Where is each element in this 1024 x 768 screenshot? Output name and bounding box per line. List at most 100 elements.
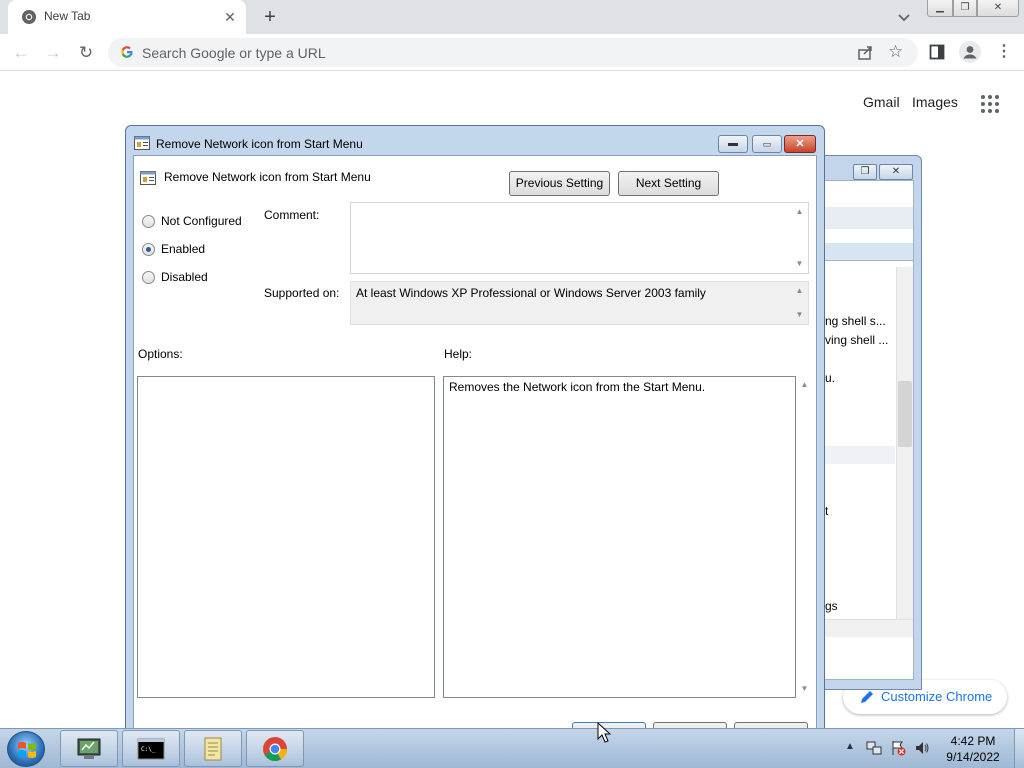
bg-list-text: gs (825, 599, 838, 613)
scroll-up-icon[interactable]: ▲ (791, 205, 808, 219)
bg-window-content: ng shell s... ving shell ... u. t gs (824, 180, 914, 680)
bg-horizontal-scrollbar[interactable] (825, 619, 913, 637)
taskbar-notepad[interactable] (184, 730, 242, 767)
bg-list-text: t (825, 504, 829, 518)
dialog-titlebar[interactable]: Remove Network icon from Start Menu ▬ ▭ … (126, 126, 824, 155)
side-panel-icon[interactable] (929, 44, 945, 60)
bg-list-text: ving shell ... (825, 333, 889, 347)
radio-enabled-label: Enabled (161, 242, 206, 256)
share-icon[interactable] (856, 44, 874, 62)
bg-scroll-thumb[interactable] (898, 381, 912, 447)
help-text: Removes the Network icon from the Start … (449, 380, 706, 394)
supported-on-value: At least Windows XP Professional or Wind… (356, 286, 706, 300)
bg-window-restore-button[interactable]: ❐ (853, 164, 877, 180)
radio-enabled-control[interactable] (142, 243, 155, 256)
tray-overflow-icon[interactable]: ▲ (845, 741, 855, 752)
google-g-icon (121, 46, 133, 58)
window-maximize-button[interactable]: ❐ (953, 0, 977, 17)
network-icon[interactable] (866, 740, 882, 756)
tab-search-chevron-icon[interactable] (894, 9, 914, 27)
help-label: Help: (444, 347, 473, 361)
bg-vertical-scrollbar[interactable] (896, 267, 913, 619)
options-panel (137, 376, 435, 698)
dialog-client-area: Remove Network icon from Start Menu Prev… (133, 155, 817, 736)
omnibox-input[interactable] (142, 43, 762, 62)
taskbar: C:\_ ▲ 4:42 PM 9/14/2022 (0, 728, 1024, 768)
bg-window-close-button[interactable]: ✕ (879, 164, 913, 180)
setting-icon (140, 171, 156, 185)
background-policy-window[interactable]: ❐ ✕ ng shell s... ving shell ... u. t gs (816, 155, 922, 690)
browser-toolbar: ← → ↻ ☆ ⋮ (0, 34, 1024, 71)
dialog-close-button[interactable]: ✕ (784, 135, 816, 153)
omnibox[interactable]: ☆ (108, 38, 918, 67)
pencil-icon (861, 691, 873, 703)
scroll-up-icon[interactable]: ▲ (796, 378, 813, 392)
help-scrollbar[interactable]: ▲ ▼ (796, 376, 813, 698)
notepad-icon (204, 737, 222, 761)
next-setting-button[interactable]: Next Setting (618, 171, 719, 196)
scroll-down-icon[interactable]: ▼ (796, 682, 813, 696)
policy-setting-dialog: Remove Network icon from Start Menu ▬ ▭ … (125, 125, 825, 736)
images-link[interactable]: Images (912, 94, 958, 110)
chrome-favicon-icon (22, 10, 36, 24)
comment-textarea[interactable]: ▲ ▼ (350, 202, 809, 274)
comment-label: Comment: (264, 208, 320, 222)
scroll-down-icon[interactable]: ▼ (791, 308, 808, 322)
chrome-icon (263, 737, 287, 762)
supported-on-label: Supported on: (264, 286, 340, 300)
windows-logo-icon (18, 742, 36, 758)
previous-setting-button[interactable]: Previous Setting (509, 171, 610, 196)
policy-icon (134, 136, 150, 150)
clock-date[interactable]: 9/14/2022 (940, 750, 1006, 764)
command-prompt-icon: C:\_ (137, 738, 165, 760)
comment-scrollbar[interactable]: ▲ ▼ (791, 203, 808, 273)
google-apps-icon[interactable] (980, 94, 1000, 114)
bg-list-text: u. (825, 371, 836, 385)
bg-list-row-highlight (825, 446, 895, 464)
radio-not-configured-label: Not Configured (161, 214, 242, 228)
radio-not-configured-control[interactable] (142, 215, 155, 228)
radio-disabled-control[interactable] (142, 271, 155, 284)
tab-new-tab[interactable]: New Tab ✕ (8, 0, 246, 34)
supported-on-field: At least Windows XP Professional or Wind… (350, 281, 809, 325)
action-center-icon[interactable] (890, 740, 906, 756)
volume-icon[interactable] (914, 740, 930, 756)
screen: New Tab ✕ + ▁ ❐ ✕ ← → ↻ ☆ (0, 0, 1024, 768)
scroll-down-icon[interactable]: ▼ (791, 257, 808, 271)
forward-arrow-icon[interactable]: → (42, 42, 64, 64)
server-manager-icon (77, 738, 101, 759)
help-panel: Removes the Network icon from the Start … (443, 376, 796, 698)
tab-title: New Tab (44, 9, 91, 23)
tab-strip: New Tab ✕ + ▁ ❐ ✕ (0, 0, 1024, 34)
setting-name: Remove Network icon from Start Menu (164, 170, 371, 184)
taskbar-server-manager[interactable] (60, 730, 118, 767)
bg-window-toolbar (825, 207, 913, 229)
window-minimize-button[interactable]: ▁ (927, 0, 953, 17)
svg-text:C:\_: C:\_ (141, 746, 156, 753)
tab-close-icon[interactable]: ✕ (220, 7, 240, 27)
taskbar-chrome[interactable] (246, 730, 304, 767)
options-label: Options: (138, 347, 183, 361)
gmail-link[interactable]: Gmail (863, 94, 900, 110)
chrome-menu-icon[interactable]: ⋮ (996, 41, 1012, 63)
start-button[interactable] (7, 731, 45, 767)
taskbar-command-prompt[interactable]: C:\_ (122, 730, 180, 767)
dialog-minimize-button[interactable]: ▬ (718, 135, 748, 153)
dialog-maximize-button[interactable]: ▭ (752, 135, 782, 153)
back-arrow-icon[interactable]: ← (10, 42, 32, 64)
show-desktop-button[interactable] (1014, 729, 1024, 768)
dialog-title: Remove Network icon from Start Menu (156, 137, 363, 151)
mouse-cursor-icon (597, 722, 611, 743)
window-close-button[interactable]: ✕ (977, 0, 1019, 17)
supported-on-scrollbar[interactable]: ▲ ▼ (791, 282, 808, 324)
customize-chrome-label: Customize Chrome (881, 689, 993, 704)
radio-disabled-label: Disabled (161, 270, 208, 284)
reload-icon[interactable]: ↻ (75, 42, 97, 64)
new-tab-button[interactable]: + (258, 6, 282, 30)
bg-list-text: ng shell s... (825, 314, 886, 328)
scroll-up-icon[interactable]: ▲ (791, 284, 808, 298)
profile-avatar-icon[interactable] (959, 41, 981, 63)
bookmark-star-icon[interactable]: ☆ (888, 42, 903, 62)
clock-time[interactable]: 4:42 PM (940, 734, 1006, 748)
bg-window-column-header (825, 243, 913, 261)
